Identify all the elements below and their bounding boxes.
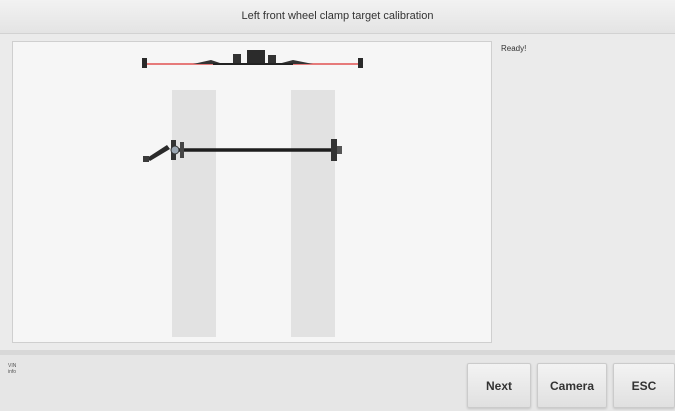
status-text: Ready! [501, 44, 527, 53]
page-title: Left front wheel clamp target calibratio… [241, 10, 434, 22]
clamp-target-arm [143, 145, 170, 162]
reference-beam [142, 50, 363, 68]
esc-button[interactable]: ESC [613, 363, 675, 408]
info-line-2: info [8, 369, 17, 375]
vehicle-info: VIN info [8, 363, 16, 375]
right-lane-strip [291, 90, 335, 337]
left-lane-strip [172, 90, 216, 337]
calibration-diagram [142, 50, 363, 337]
next-button[interactable]: Next [467, 363, 531, 408]
camera-button[interactable]: Camera [537, 363, 607, 408]
calibration-view [12, 41, 492, 343]
title-bar: Left front wheel clamp target calibratio… [0, 0, 675, 34]
